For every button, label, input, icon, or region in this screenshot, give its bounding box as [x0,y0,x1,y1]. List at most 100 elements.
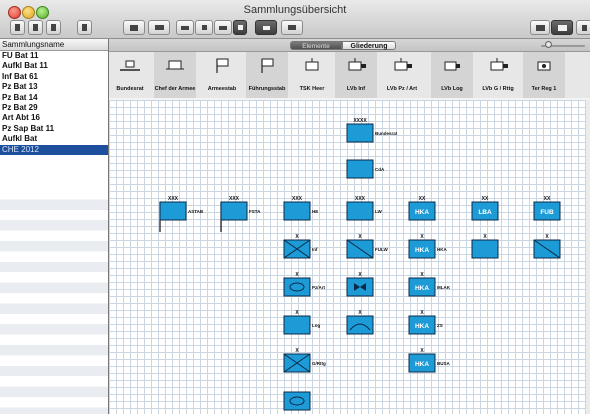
unit-label: Pz/Art [312,285,326,290]
unit-row1[interactable]: XX LBA [471,196,499,221]
unit-dot-icon [537,61,551,71]
palette-item[interactable]: LVb Pz / Art [381,52,423,98]
echelon-marker: XXX [292,196,303,202]
unit-partial[interactable] [283,391,311,411]
list-item[interactable]: Aufkl Bat [0,134,108,144]
vertical-scrollbar[interactable] [586,100,590,414]
tab-gliederung[interactable]: Gliederung [342,41,396,50]
hierarchy-icon [288,25,296,30]
list-item[interactable]: Pz Bat 13 [0,82,108,92]
unit-symbol [220,201,248,221]
unit-inner-text: LBA [478,209,492,216]
unit-he-sub[interactable]: X Log [283,310,320,335]
palette-item[interactable]: LVb Log [431,52,473,98]
document-icon [82,24,87,31]
unit-label: MLAK [437,285,451,290]
unit-label: ZS [437,323,443,328]
echelon-marker: X [545,234,549,240]
unit-he-sub[interactable]: X G/Rttg [283,348,326,373]
unit-bundesrat[interactable]: XXXX Bundesrat [346,118,398,143]
list-item[interactable]: Pz Bat 14 [0,93,108,103]
echelon-marker: X [420,272,424,278]
unit-lw-sub[interactable]: X [346,272,374,297]
export-button[interactable] [77,20,92,35]
inspector-button[interactable] [576,20,590,35]
unit-row1[interactable]: XXX FSTA [220,196,261,232]
palette-item-label: LVb G / Rttg [482,86,514,92]
unit-row1[interactable]: XXX ASTAB [159,196,204,232]
palette-item[interactable]: Führungsstab [246,52,288,98]
unit-label: FULW [375,247,388,252]
list-item[interactable]: FU Bat 11 [0,51,108,61]
unit-lw-sub[interactable]: X FULW [346,234,388,259]
unit-cda[interactable]: CdA [346,159,385,179]
tab-elemente[interactable]: Elemente [290,41,342,50]
palette-item[interactable]: Armeestab [201,52,243,98]
columns-icon [557,24,567,31]
unit-symbol [283,277,311,297]
list-item[interactable]: Aufkl Bat 11 [0,61,108,71]
unit-inner-text: HKA [415,361,429,368]
palette-item[interactable]: Ter Reg 1 [523,52,565,98]
new-collection-button[interactable] [10,20,25,35]
unit-symbol [283,201,311,221]
palette-item[interactable]: Chef der Armee [154,52,196,98]
save-button[interactable] [123,20,145,35]
view-mode-3-button[interactable] [214,20,232,35]
element-palette: Bundesrat Chef der Armee Armeestab Führungs… [109,52,590,106]
view-mode-2-button[interactable] [195,20,213,35]
list-item[interactable]: Art Abt 16 [0,113,108,123]
list-item[interactable]: Pz Bat 29 [0,103,108,113]
unit-symbol [346,315,374,335]
unit-lw-sub[interactable]: X [346,310,374,335]
layout-left-button[interactable] [530,20,550,35]
unit-label: FSTA [249,209,261,214]
collection-list-header[interactable]: Sammlungsname [0,39,108,51]
unit-symbol [283,391,311,411]
unit-symbol [346,123,374,143]
view-mode-1-button[interactable] [176,20,194,35]
palette-item[interactable]: LVb G / Rttg [477,52,519,98]
unit-extra[interactable]: X [471,234,499,259]
echelon-marker: XXXX [353,118,367,124]
view-mode-4-button[interactable] [233,20,247,35]
unit-hka-sub[interactable]: X HKA HKA [408,234,447,259]
unit-label: Log [312,323,320,328]
palette-item[interactable]: TSK Heer [291,52,333,98]
unit-hka-sub[interactable]: X HKA BUSA [408,348,451,373]
palette-item[interactable]: LVb Inf [335,52,377,98]
unit-box-icon [305,58,319,71]
echelon-marker: XX [419,196,426,202]
zoom-slider-knob[interactable] [545,41,552,48]
unit-symbol [159,201,187,221]
unit-hka-sub[interactable]: X HKA ZS [408,310,443,335]
list-item-selected[interactable]: CHE 2012 [0,144,108,155]
unit-he-sub[interactable]: X Inf [283,234,318,259]
echelon-marker: X [295,272,299,278]
palette-item-label: LVb Inf [346,86,366,92]
list-empty-rows [0,189,108,414]
unit-label: HKA [437,247,447,252]
list-item[interactable]: Pz Sap Bat 11 [0,124,108,134]
list-item[interactable]: Inf Bat 61 [0,72,108,82]
palette-item-label: Chef der Armee [154,86,196,92]
unit-hka-sub[interactable]: X HKA MLAK [408,272,451,297]
unit-extra[interactable]: X [533,234,561,259]
collection-list: Sammlungsname FU Bat 11 Aufkl Bat 11 Inf… [0,39,109,414]
unit-row1[interactable]: XX FUB [533,196,561,221]
select-tool-button[interactable] [255,20,277,35]
palette-item-label: TSK Heer [299,86,325,92]
unit-he-sub[interactable]: X Pz/Art [283,272,326,297]
unit-row1[interactable]: XXX HE [283,196,318,221]
unit-cross-icon [490,58,508,71]
palette-item[interactable]: Bundesrat [109,52,151,98]
echelon-marker: X [420,348,424,354]
layout-right-button[interactable] [551,20,573,35]
organigram-canvas[interactable]: XXXX Bundesrat CdA XXX ASTAB XXX FSTA XXX HE XXX L… [109,100,590,414]
open-collection-button[interactable] [28,20,43,35]
print-button[interactable] [148,20,170,35]
unit-row1[interactable]: XX HKA [408,196,436,221]
hierarchy-button[interactable] [281,20,303,35]
save-collection-button[interactable] [46,20,61,35]
unit-row1[interactable]: XXX LW [346,196,383,221]
